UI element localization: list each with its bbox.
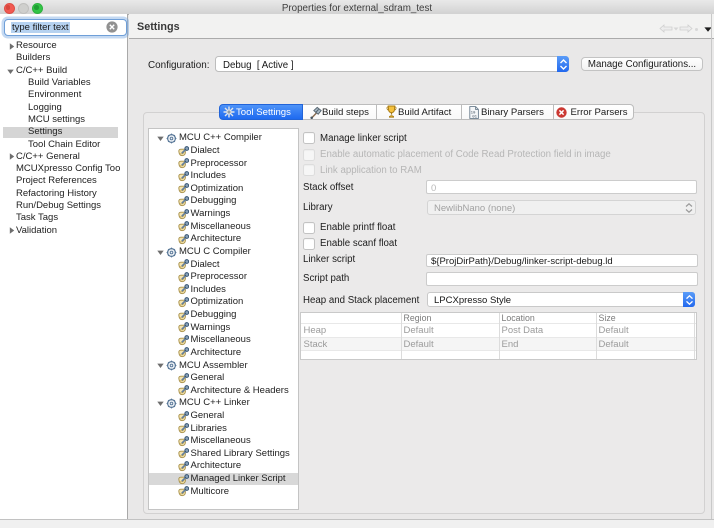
svg-text:01: 01	[472, 115, 477, 119]
